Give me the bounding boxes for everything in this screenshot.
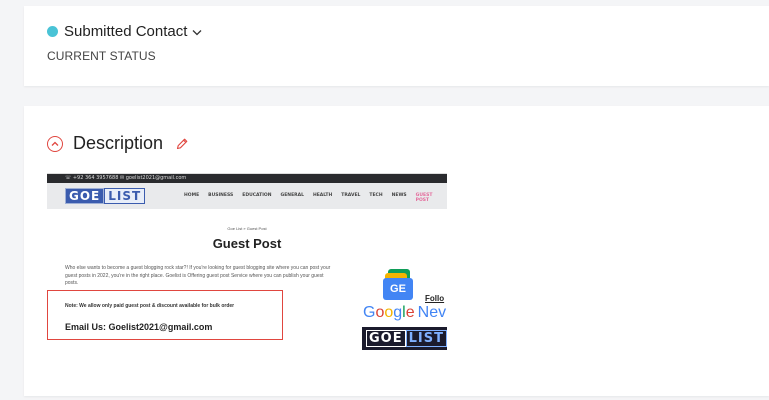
follow-link: Follo	[425, 294, 445, 303]
status-dot	[47, 26, 58, 37]
site-breadcrumb: Goe List » Guest Post	[227, 226, 267, 231]
status-caption: CURRENT STATUS	[47, 49, 156, 63]
menu-item: HOME	[184, 193, 200, 198]
site-menu: HOME BUSINESS EDUCATION GENERAL HEALTH T…	[184, 193, 447, 203]
note-text: Note: We allow only paid guest post & di…	[65, 303, 235, 309]
menu-item: GENERAL	[280, 193, 304, 198]
menu-item: TRAVEL	[341, 193, 361, 198]
description-title: Description	[73, 133, 164, 153]
description-header: Description	[47, 133, 189, 154]
site-intro-text: Who else wants to become a guest bloggin…	[65, 265, 331, 286]
menu-item: HEALTH	[312, 193, 333, 198]
menu-item-active: GUEST POST	[415, 193, 433, 203]
google-news-icon: GE	[383, 269, 416, 304]
description-card: Description ☏ +92 364 3957688 ✉ goelist2…	[24, 106, 769, 396]
site-page-title: Guest Post	[212, 236, 282, 251]
menu-item: TECH	[369, 193, 383, 198]
pencil-icon[interactable]	[175, 137, 189, 151]
site-logo: GOE LIST	[65, 188, 146, 204]
site-topbar: ☏ +92 364 3957688 ✉ goelist2021@gmail.co…	[47, 174, 447, 183]
highlight-box: Note: We allow only paid guest post & di…	[47, 290, 283, 340]
embedded-screenshot: ☏ +92 364 3957688 ✉ goelist2021@gmail.co…	[47, 173, 447, 353]
email-text: Email Us: Goelist2021@gmail.com	[65, 322, 213, 332]
chevron-up-circle-icon[interactable]	[47, 135, 63, 152]
menu-item: EDUCATION	[242, 193, 272, 198]
status-value: Submitted Contact	[64, 23, 188, 40]
site-navbar: GOE LIST HOME BUSINESS EDUCATION GENERAL …	[47, 183, 447, 209]
menu-item: NEWS	[391, 193, 407, 198]
status-card: Submitted Contact CURRENT STATUS	[24, 6, 769, 86]
menu-item: BUSINESS	[208, 193, 234, 198]
chevron-down-icon[interactable]	[192, 24, 202, 39]
status-dropdown[interactable]: Submitted Contact	[47, 23, 202, 40]
site-logo-dark: GOE LIST	[362, 327, 447, 350]
google-news-wordmark: Google Nev	[363, 304, 447, 321]
